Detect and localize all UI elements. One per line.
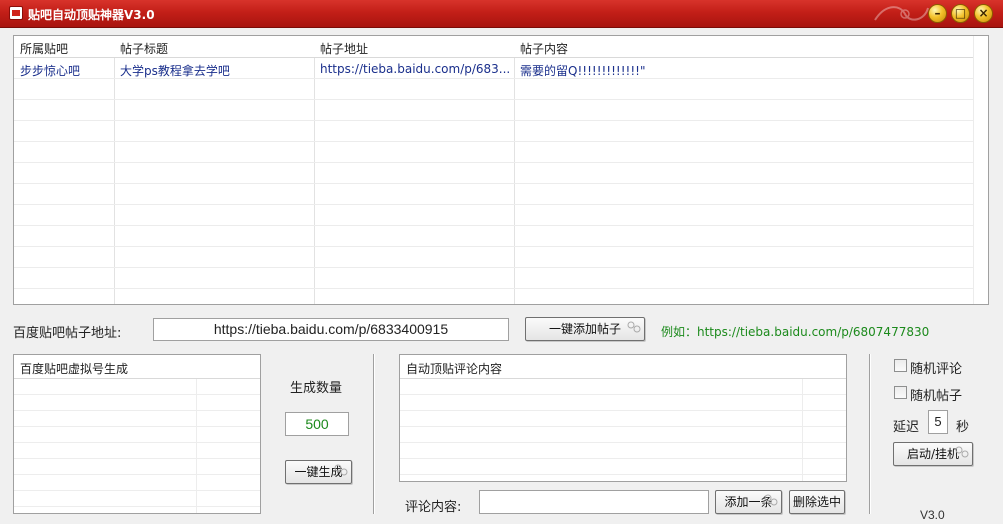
vertical-separator (869, 354, 871, 514)
delete-selected-button[interactable]: 删除选中 (789, 490, 845, 514)
add-comment-button[interactable]: 添加一条 (715, 490, 782, 514)
title-bar[interactable]: 贴吧自动顶贴神器V3.0 – □ × (0, 0, 1003, 28)
start-button[interactable]: 启动/挂机 (893, 442, 973, 466)
minimize-button[interactable]: – (928, 4, 947, 23)
comment-content-input[interactable] (479, 490, 709, 514)
version-label: V3.0 (920, 508, 945, 522)
virtual-account-title: 百度贴吧虚拟号生成 (20, 362, 129, 376)
table-row-empty (14, 100, 974, 121)
swirl-icon (955, 446, 969, 458)
swirl-icon (764, 494, 778, 506)
cell-bar: 步步惊心吧 (20, 64, 81, 78)
column-header-url[interactable]: 帖子地址 (320, 40, 368, 57)
virtual-account-list[interactable]: 百度贴吧虚拟号生成 (13, 354, 261, 514)
url-example-text: 例如：https://tieba.baidu.com/p/6807477830 (661, 325, 930, 339)
list-row-empty (14, 427, 260, 443)
post-url-label: 百度贴吧帖子地址: (13, 326, 122, 341)
comment-list[interactable]: 自动顶贴评论内容 (399, 354, 847, 482)
cell-url: https://tieba.baidu.com/p/683... (320, 62, 511, 76)
list-row-empty (14, 395, 260, 411)
generate-count-label: 生成数量 (290, 381, 343, 396)
list-row-empty (14, 411, 260, 427)
cell-content: 需要的留Q!!!!!!!!!!!!!" (520, 64, 646, 78)
generate-button[interactable]: 一键生成 (285, 460, 352, 484)
start-button-label: 启动/挂机 (906, 447, 960, 461)
random-post-label: 随机帖子 (910, 389, 963, 404)
table-row-empty (14, 121, 974, 142)
delete-selected-button-label: 删除选中 (792, 495, 841, 509)
list-row-empty (400, 459, 846, 475)
swirl-icon (627, 321, 641, 333)
maximize-button[interactable]: □ (951, 4, 970, 23)
list-row-empty (14, 443, 260, 459)
random-comment-label: 随机评论 (910, 362, 963, 377)
table-row-empty (14, 163, 974, 184)
table-row-empty (14, 184, 974, 205)
list-row-empty (14, 491, 260, 507)
delay-input[interactable]: 5 (928, 410, 948, 434)
list-row-empty (400, 427, 846, 443)
close-button[interactable]: × (974, 4, 993, 23)
list-row-empty (400, 443, 846, 459)
table-row-empty (14, 142, 974, 163)
random-comment-checkbox[interactable]: 随机评论 (894, 358, 974, 377)
window-title: 贴吧自动顶贴神器V3.0 (28, 8, 155, 22)
decorative-swirl-icon (874, 6, 929, 21)
post-list-table[interactable]: 所属贴吧 帖子标题 帖子地址 帖子内容 步步惊心吧 大学ps教程拿去学吧 htt… (13, 35, 989, 305)
table-row-empty (14, 268, 974, 289)
table-row-empty (14, 79, 974, 100)
generate-count-input[interactable]: 500 (285, 412, 349, 436)
column-header-title[interactable]: 帖子标题 (120, 40, 168, 57)
list-row-empty (14, 475, 260, 491)
delay-label: 延迟 (893, 420, 920, 435)
list-row-empty (14, 379, 260, 395)
column-header-content[interactable]: 帖子内容 (520, 40, 568, 57)
list-row-empty (400, 379, 846, 395)
comment-list-header: 自动顶贴评论内容 (400, 355, 846, 379)
table-row-empty (14, 205, 974, 226)
comment-list-title: 自动顶贴评论内容 (406, 362, 503, 376)
table-row-empty (14, 226, 974, 247)
vertical-separator (373, 354, 375, 514)
swirl-icon (334, 464, 348, 476)
checkbox-box[interactable] (894, 386, 907, 399)
list-row-empty (400, 411, 846, 427)
virtual-account-header: 百度贴吧虚拟号生成 (14, 355, 260, 379)
add-post-button[interactable]: 一键添加帖子 (525, 317, 645, 341)
table-header: 所属贴吧 帖子标题 帖子地址 帖子内容 (14, 36, 988, 58)
delay-unit-label: 秒 (956, 420, 970, 435)
list-row-empty (14, 459, 260, 475)
cell-title: 大学ps教程拿去学吧 (120, 64, 230, 78)
add-post-button-label: 一键添加帖子 (548, 322, 621, 336)
list-row-empty (400, 395, 846, 411)
post-url-input[interactable]: https://tieba.baidu.com/p/6833400915 (153, 318, 509, 341)
column-header-bar[interactable]: 所属贴吧 (20, 40, 68, 57)
table-row-empty (14, 247, 974, 268)
table-row[interactable]: 步步惊心吧 大学ps教程拿去学吧 https://tieba.baidu.com… (14, 58, 974, 79)
random-post-checkbox[interactable]: 随机帖子 (894, 385, 974, 404)
checkbox-box[interactable] (894, 359, 907, 372)
table-scrollbar[interactable] (973, 36, 988, 304)
app-icon (9, 6, 23, 20)
comment-content-label: 评论内容: (405, 500, 462, 515)
